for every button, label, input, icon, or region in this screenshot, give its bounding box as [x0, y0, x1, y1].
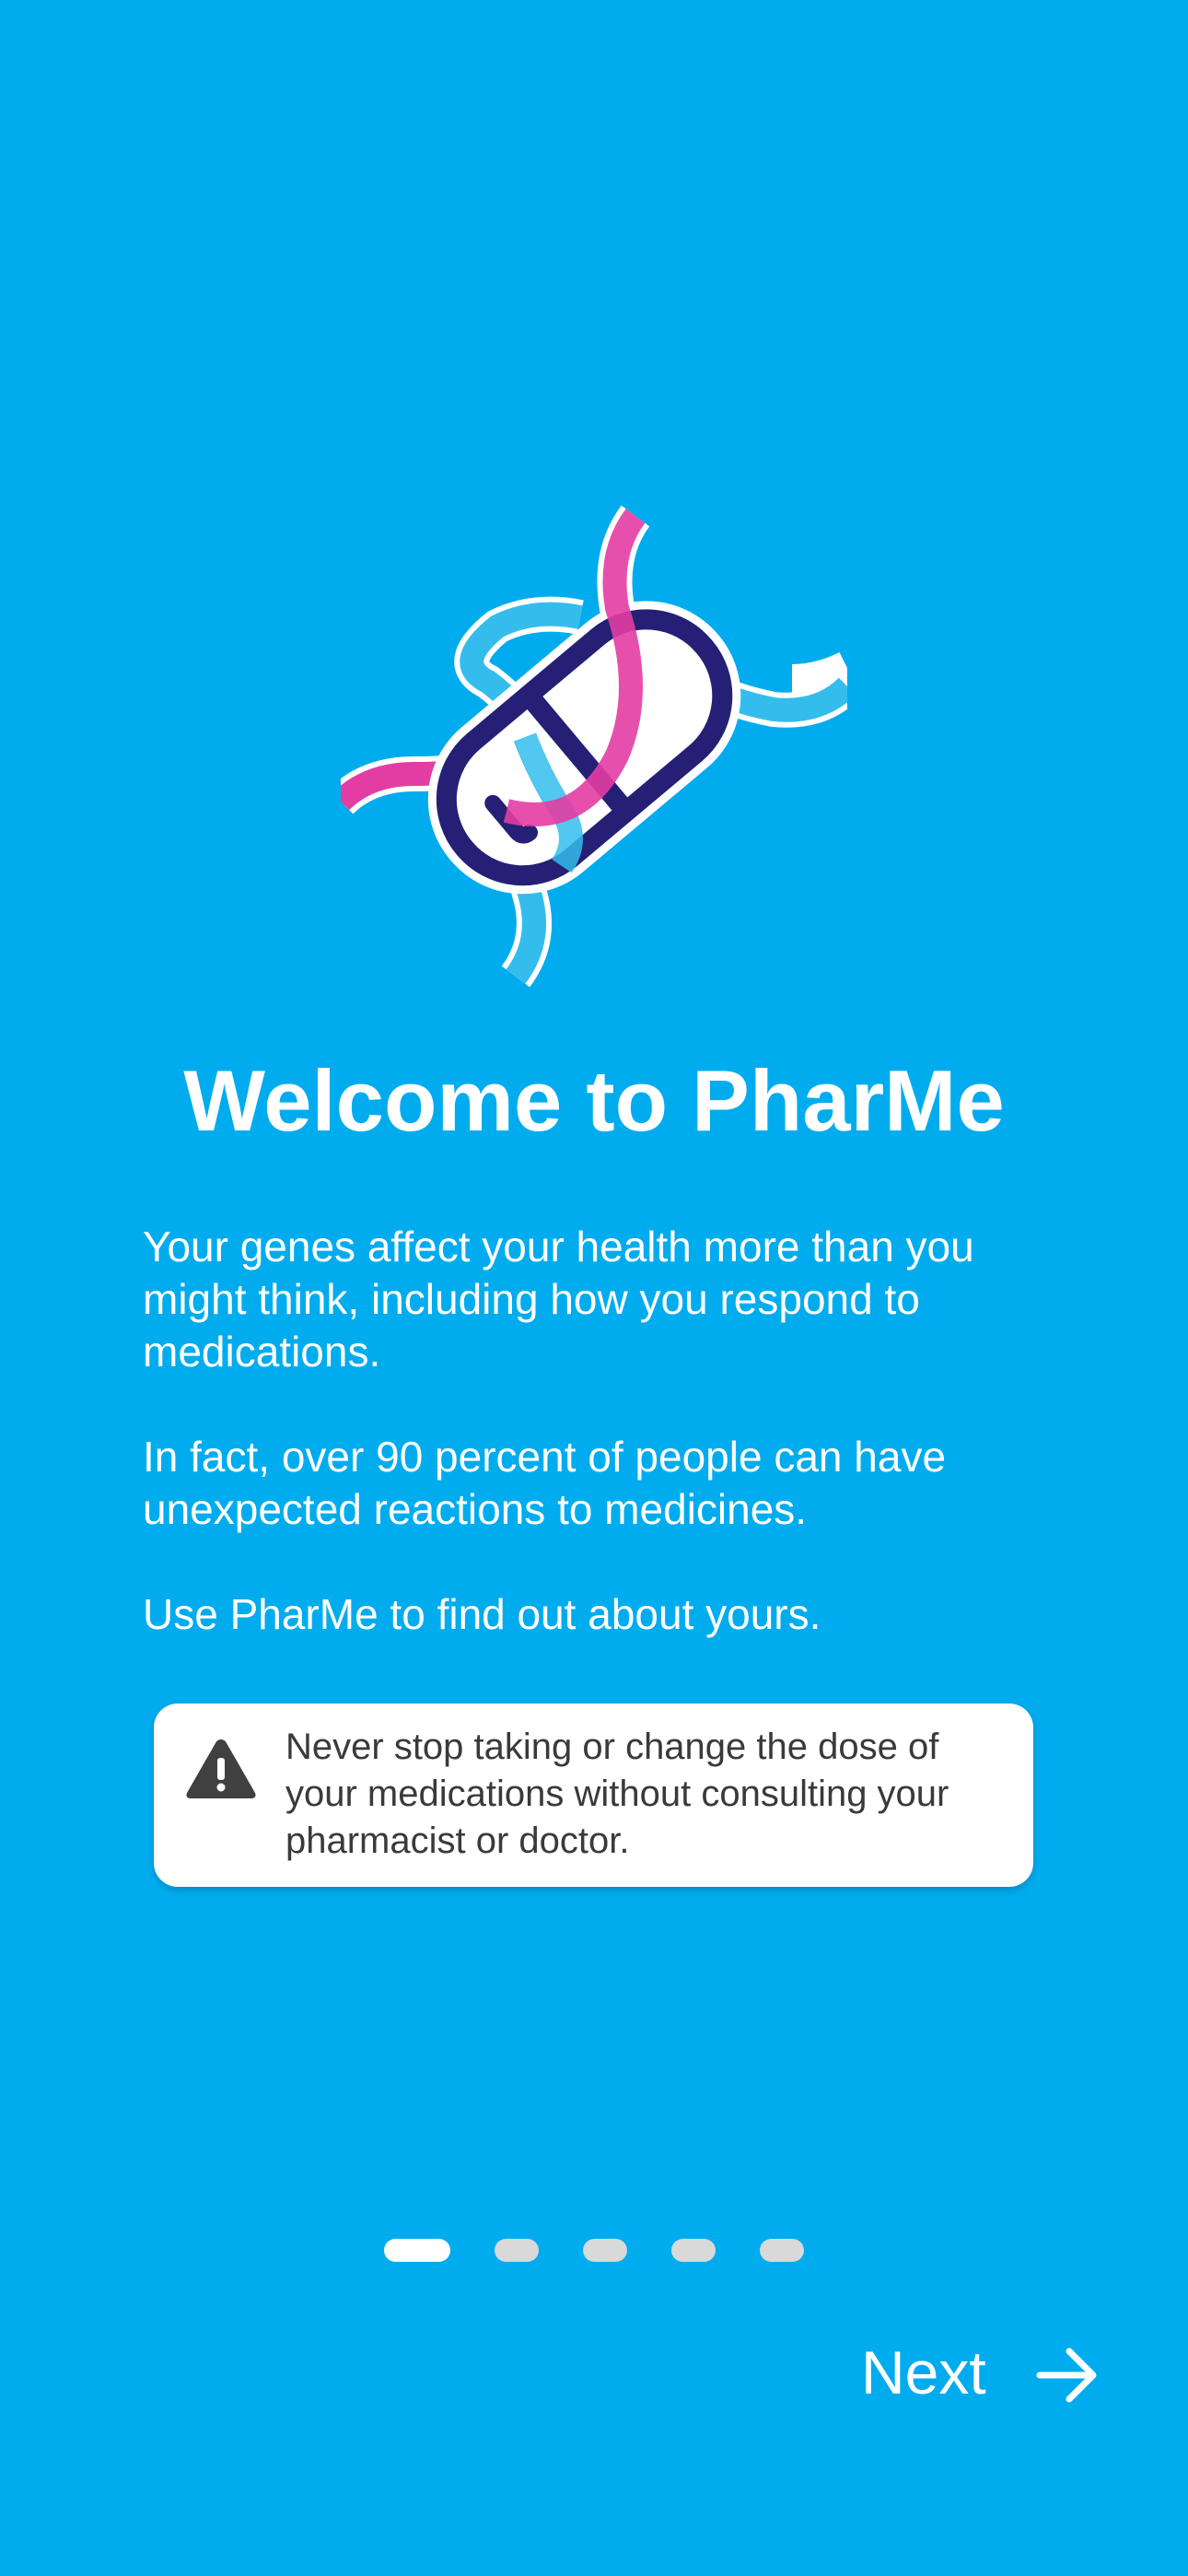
- page-indicator: [0, 2239, 1188, 2262]
- next-button-label: Next: [861, 2338, 986, 2406]
- warning-text: Never stop taking or change the dose of …: [285, 1727, 949, 1861]
- page-title: Welcome to PharMe: [183, 1052, 1005, 1149]
- page-dot-4: [671, 2239, 716, 2262]
- intro-paragraph-2: In fact, over 90 percent of people can h…: [143, 1433, 947, 1533]
- warning-triangle-icon: [186, 1739, 256, 1798]
- intro-text: Your genes affect your health more than …: [143, 1221, 1054, 1693]
- page-dot-5: [760, 2239, 804, 2262]
- next-button[interactable]: Next: [861, 2331, 1110, 2414]
- page-dot-1: [384, 2239, 450, 2262]
- intro-paragraph-1: Your genes affect your health more than …: [143, 1223, 974, 1376]
- intro-paragraph-3: Use PharMe to find out about yours.: [143, 1590, 821, 1638]
- arrow-right-icon: [1036, 2348, 1097, 2403]
- page-dot-2: [495, 2239, 539, 2262]
- warning-card: Never stop taking or change the dose of …: [154, 1704, 1033, 1887]
- page-dot-3: [583, 2239, 627, 2262]
- pharme-logo-icon: [341, 505, 847, 988]
